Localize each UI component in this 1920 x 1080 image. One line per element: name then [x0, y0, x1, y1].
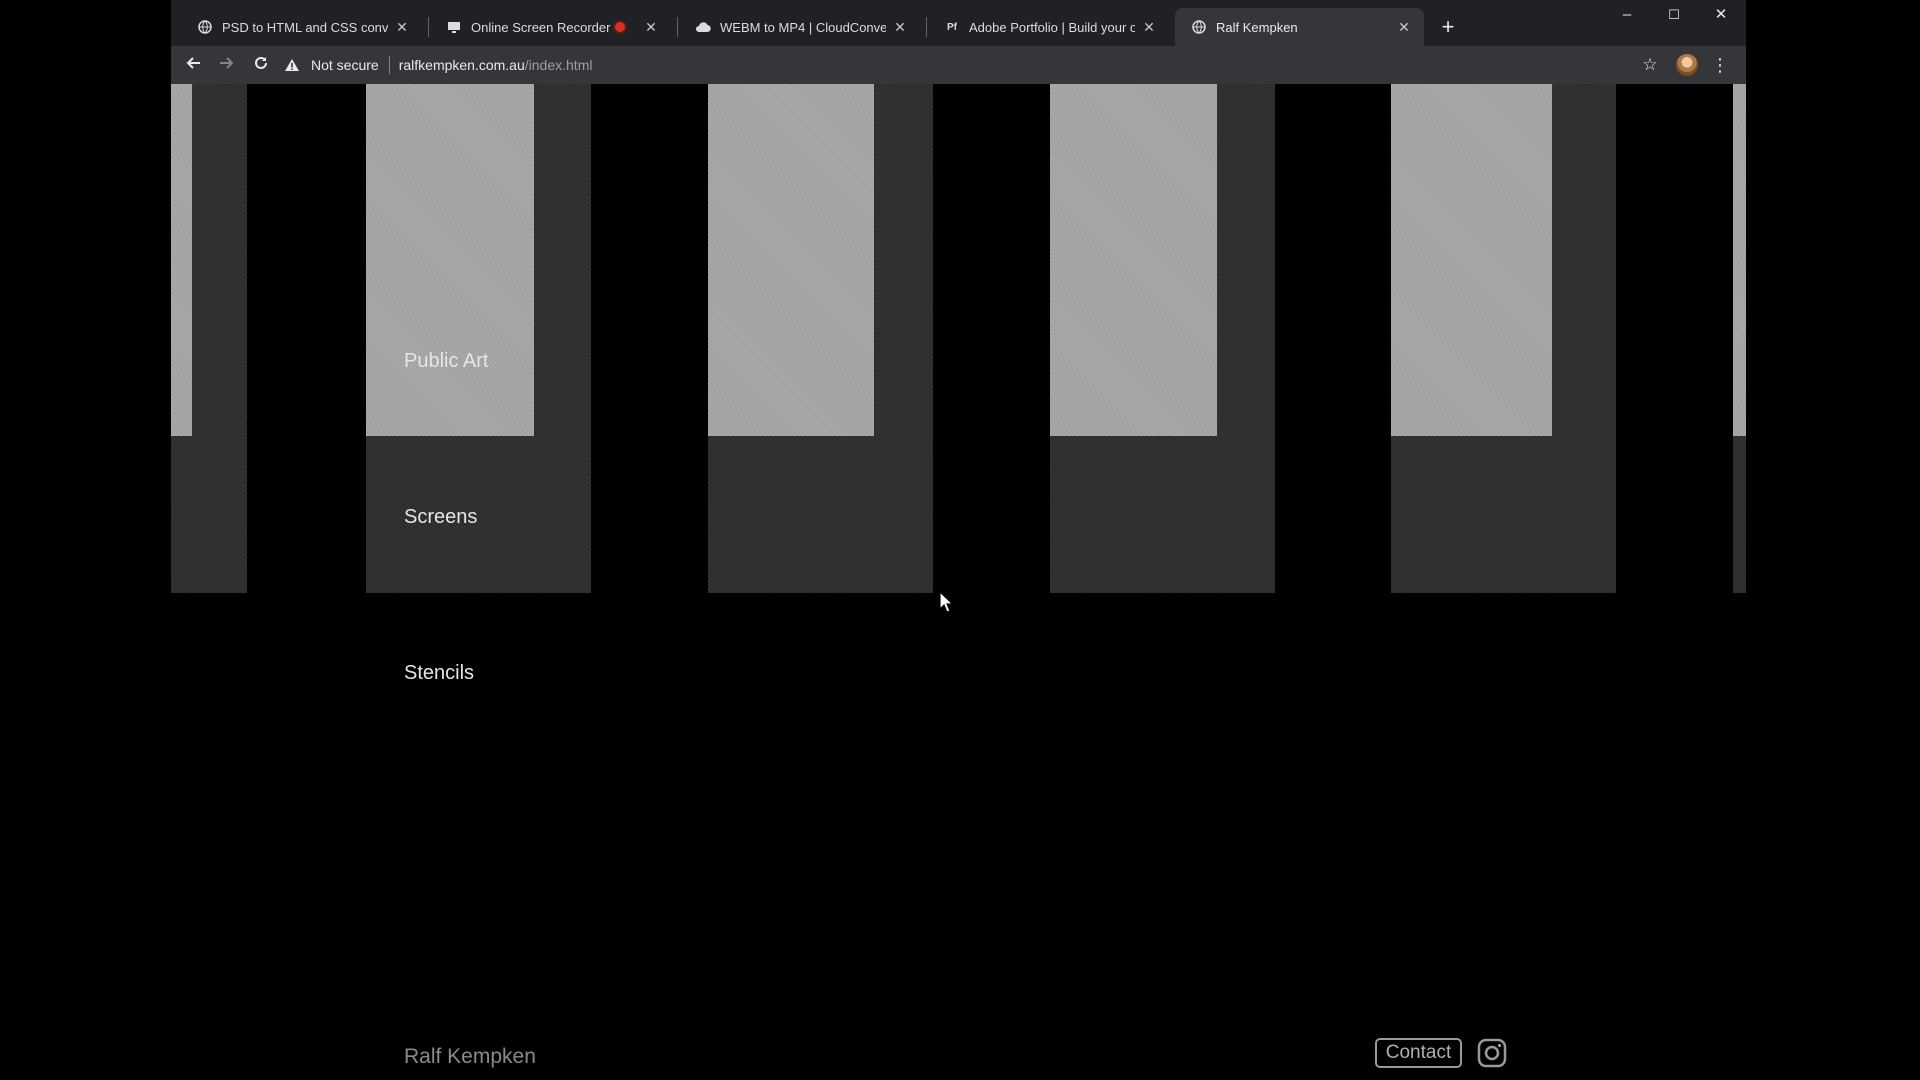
monitor-icon: [446, 19, 462, 35]
browser-window: PSD to HTML and CSS conversion ✕ Online …: [171, 0, 1746, 1080]
tab-psd-to-html[interactable]: PSD to HTML and CSS conversion ✕: [181, 8, 422, 46]
globe-icon: [1191, 19, 1207, 35]
globe-icon: [197, 19, 213, 35]
close-icon[interactable]: ✕: [1396, 19, 1412, 36]
back-button[interactable]: [181, 53, 205, 77]
tab-title: Ralf Kempken: [1216, 19, 1298, 35]
panel-card: [1391, 84, 1552, 436]
omnibox-divider: [388, 56, 390, 74]
tab-screen-recorder[interactable]: Online Screen Recorder ✕: [430, 8, 671, 46]
browser-toolbar: Not secure ralfkempken.com.au/index.html…: [171, 46, 1746, 84]
portfolio-icon: Pf: [947, 21, 957, 33]
instagram-icon[interactable]: [1477, 1038, 1507, 1068]
minimize-button[interactable]: –: [1604, 0, 1650, 30]
menu-link-stencils[interactable]: Stencils: [404, 662, 474, 685]
panel-card: [171, 84, 192, 436]
maximize-button[interactable]: ☐: [1651, 0, 1697, 30]
tab-divider: [677, 17, 678, 37]
close-icon[interactable]: ✕: [394, 19, 410, 36]
panel-card: [1050, 84, 1217, 436]
window-close-button[interactable]: ✕: [1698, 0, 1744, 30]
panel-card: [708, 84, 874, 436]
reload-icon: [255, 56, 267, 69]
profile-avatar[interactable]: [1676, 54, 1698, 76]
close-icon[interactable]: ✕: [892, 19, 908, 36]
tab-title: Adobe Portfolio | Build your own: [969, 19, 1135, 35]
url-path: /index.html: [524, 57, 593, 73]
bookmark-star-icon[interactable]: ☆: [1638, 53, 1662, 77]
tab-ralf-kempken[interactable]: Ralf Kempken ✕: [1175, 8, 1424, 46]
close-icon[interactable]: ✕: [1141, 19, 1157, 36]
tab-title: WEBM to MP4 | CloudConvert: [720, 19, 886, 35]
tab-title: PSD to HTML and CSS conversion: [222, 19, 388, 35]
tab-divider: [428, 17, 429, 37]
reload-button[interactable]: [249, 53, 273, 77]
mouse-cursor-icon: [939, 590, 954, 613]
cloud-icon: [695, 19, 711, 35]
tab-strip: PSD to HTML and CSS conversion ✕ Online …: [171, 0, 1746, 46]
contact-button[interactable]: Contact: [1375, 1038, 1462, 1068]
panel-card: [366, 84, 534, 436]
address-bar[interactable]: Not secure ralfkempken.com.au/index.html: [283, 50, 1653, 80]
forward-button[interactable]: [215, 53, 239, 77]
arrow-right-icon: [220, 57, 234, 69]
footer-name: Ralf Kempken: [404, 1045, 536, 1068]
tab-title: Online Screen Recorder: [471, 19, 611, 35]
tab-cloudconvert[interactable]: WEBM to MP4 | CloudConvert ✕: [679, 8, 920, 46]
menu-link-public-art[interactable]: Public Art: [404, 350, 488, 373]
page-viewport: Public Art Screens Stencils Ralf Kempken…: [171, 84, 1746, 1080]
close-icon[interactable]: ✕: [643, 19, 659, 36]
arrow-left-icon: [186, 57, 200, 69]
menu-kebab-icon[interactable]: ⋮: [1711, 53, 1729, 77]
warning-icon[interactable]: [283, 58, 301, 72]
security-label[interactable]: Not secure: [311, 57, 379, 73]
tab-adobe-portfolio[interactable]: Pf Adobe Portfolio | Build your own ✕: [928, 8, 1169, 46]
tab-divider: [926, 17, 927, 37]
new-tab-button[interactable]: +: [1435, 14, 1461, 40]
menu-link-screens[interactable]: Screens: [404, 506, 477, 529]
panel-card: [1733, 84, 1746, 436]
url-host: ralfkempken.com.au: [398, 57, 525, 73]
recording-icon: [615, 22, 625, 32]
